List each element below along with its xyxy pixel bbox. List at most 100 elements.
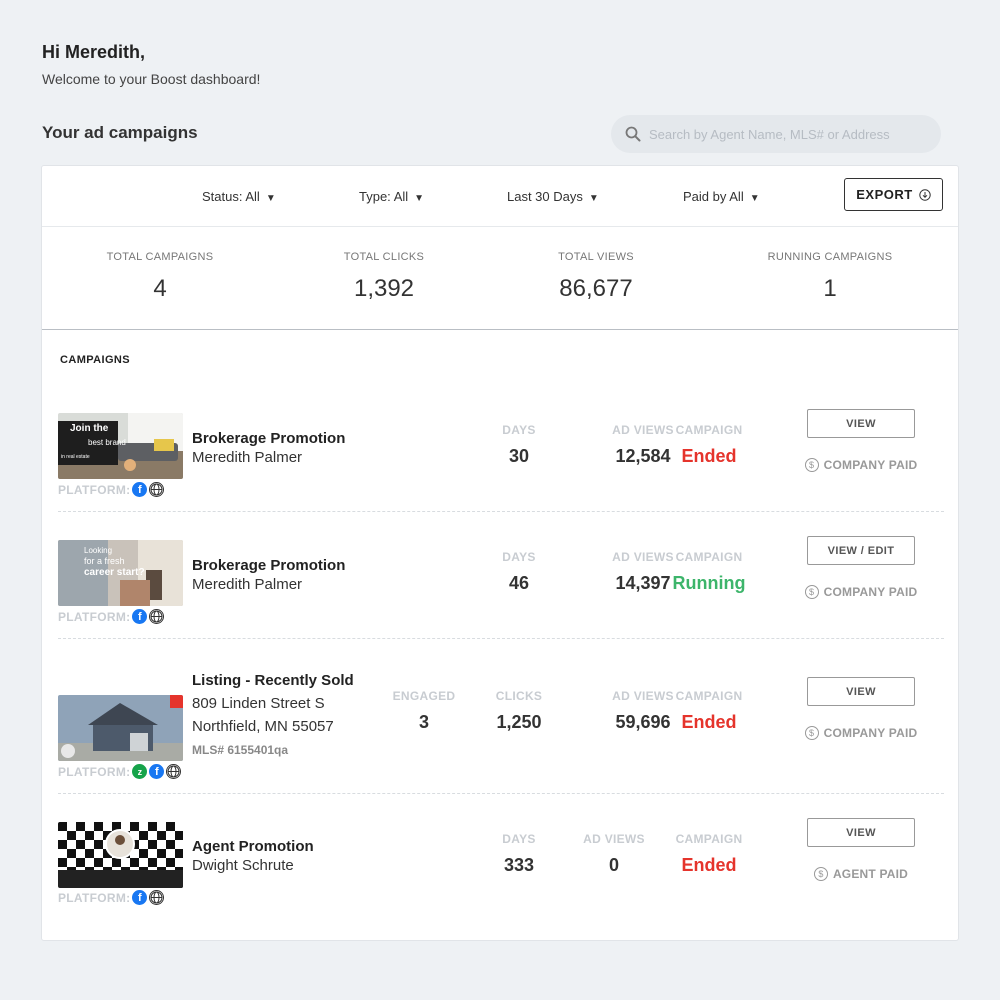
stat-value: 1	[823, 275, 837, 302]
metric-value: 30	[508, 446, 530, 466]
metric-label: ENGAGED	[392, 689, 456, 703]
stat-label: RUNNING CAMPAIGNS	[767, 251, 893, 263]
metric-label: CAMPAIGN	[675, 832, 743, 846]
metric-label: DAYS	[502, 423, 536, 437]
metric-value: 3	[418, 712, 429, 732]
filter-bar: Status: All ▼ Type: All ▼ Last 30 Days ▼ Pa…	[42, 166, 958, 227]
paid-by-label: AGENT PAID	[832, 867, 909, 881]
date-filter[interactable]: Last 30 Days ▼	[507, 189, 599, 204]
row-divider	[58, 511, 944, 512]
metric-campaign-status: CAMPAIGN Ended	[664, 689, 754, 733]
metric-campaign-status: CAMPAIGN Ended	[664, 832, 754, 876]
date-filter-label: Last 30 Days	[507, 189, 583, 204]
search-bar[interactable]	[611, 115, 941, 153]
view-button[interactable]: VIEW	[807, 818, 915, 847]
dollar-coin-icon: $	[804, 458, 819, 472]
platform-label: PLATFORM:	[58, 482, 131, 497]
stat-running-campaigns: RUNNING CAMPAIGNS 1	[730, 251, 930, 303]
platform-list: PLATFORM: f	[58, 890, 165, 905]
view-button[interactable]: VIEW	[807, 409, 915, 438]
view-button[interactable]: VIEW	[807, 677, 915, 706]
globe-icon	[149, 609, 165, 624]
globe-icon	[149, 482, 165, 497]
metric-label: CAMPAIGN	[675, 689, 743, 703]
paid-by-filter[interactable]: Paid by All ▼	[683, 189, 760, 204]
status-ended: Ended	[681, 446, 737, 466]
status-filter-label: Status: All	[202, 189, 260, 204]
campaign-agent: Meredith Palmer	[192, 576, 303, 593]
row-divider	[58, 793, 944, 794]
stat-label: TOTAL CLICKS	[343, 251, 425, 263]
thumbnail-text: Join the	[70, 423, 109, 434]
campaign-agent: Dwight Schrute	[192, 857, 294, 874]
dollar-coin-icon: $	[813, 867, 828, 881]
section-title: Your ad campaigns	[42, 123, 198, 142]
campaign-thumbnail[interactable]: Looking for a fresh career start?	[58, 540, 183, 606]
platform-list: PLATFORM: f	[58, 609, 165, 624]
paid-by-badge: $ COMPANY PAID	[788, 726, 934, 740]
campaigns-card: Status: All ▼ Type: All ▼ Last 30 Days ▼ Pa…	[41, 165, 959, 941]
campaign-thumbnail[interactable]	[58, 695, 183, 761]
metric-campaign-status: CAMPAIGN Ended	[664, 423, 754, 467]
campaign-title: Brokerage Promotion	[192, 430, 346, 447]
stat-total-views: TOTAL VIEWS 86,677	[496, 251, 696, 303]
metric-engaged: ENGAGED 3	[379, 689, 469, 733]
stat-label: TOTAL CAMPAIGNS	[106, 251, 214, 263]
greeting-title: Hi Meredith,	[42, 42, 146, 62]
listing-address-line2: Northfield, MN 55057	[192, 718, 334, 735]
status-ended: Ended	[681, 712, 737, 732]
campaign-thumbnail[interactable]	[58, 822, 183, 888]
stat-total-clicks: TOTAL CLICKS 1,392	[284, 251, 484, 303]
metric-value: 1,250	[496, 712, 542, 732]
stats-bar: TOTAL CAMPAIGNS 4 TOTAL CLICKS 1,392 TOT…	[42, 227, 958, 330]
paid-by-badge: $ COMPANY PAID	[788, 585, 934, 599]
stat-value: 4	[153, 275, 167, 302]
status-running: Running	[672, 573, 746, 593]
view-edit-button[interactable]: VIEW / EDIT	[807, 536, 915, 565]
platform-label: PLATFORM:	[58, 609, 131, 624]
metric-ad-views: AD VIEWS 0	[569, 832, 659, 876]
thumbnail-text: for a fresh	[84, 556, 125, 566]
metric-clicks: CLICKS 1,250	[474, 689, 564, 733]
type-filter-label: Type: All	[359, 189, 409, 204]
status-ended: Ended	[681, 855, 737, 875]
export-button[interactable]: EXPORT	[844, 178, 943, 211]
status-filter[interactable]: Status: All ▼	[202, 189, 276, 204]
globe-icon	[166, 764, 182, 779]
thumbnail-text: best brand	[88, 438, 126, 447]
thumbnail-text: career start?	[84, 567, 145, 578]
listing-mls-number: MLS# 6155401qa	[192, 743, 289, 757]
campaign-title: Agent Promotion	[192, 838, 314, 855]
facebook-icon: f	[149, 764, 165, 779]
globe-icon	[149, 890, 165, 905]
dollar-coin-icon: $	[804, 585, 819, 599]
search-icon	[625, 126, 641, 142]
metric-days: DAYS 333	[474, 832, 564, 876]
search-input[interactable]	[649, 126, 929, 142]
zillow-icon: z	[132, 764, 148, 779]
campaign-thumbnail[interactable]: Join the best brand in real estate	[58, 413, 183, 479]
caret-down-icon: ▼	[265, 193, 276, 204]
export-label: EXPORT	[856, 187, 913, 202]
metric-label: AD VIEWS	[583, 832, 645, 846]
facebook-icon: f	[132, 609, 148, 624]
campaign-title: Brokerage Promotion	[192, 557, 346, 574]
campaigns-heading: CAMPAIGNS	[60, 354, 131, 366]
metric-label: DAYS	[502, 550, 536, 564]
type-filter[interactable]: Type: All ▼	[359, 189, 424, 204]
metric-campaign-status: CAMPAIGN Running	[664, 550, 754, 594]
caret-down-icon: ▼	[749, 193, 760, 204]
metric-value: 46	[508, 573, 530, 593]
thumbnail-text: in real estate	[61, 454, 90, 460]
stat-label: TOTAL VIEWS	[558, 251, 634, 263]
metric-days: DAYS 46	[474, 550, 564, 594]
metric-label: CAMPAIGN	[675, 550, 743, 564]
facebook-icon: f	[132, 890, 148, 905]
stat-total-campaigns: TOTAL CAMPAIGNS 4	[60, 251, 260, 303]
listing-address-line1: 809 Linden Street S	[192, 695, 325, 712]
campaign-title: Listing - Recently Sold	[192, 672, 354, 689]
dollar-coin-icon: $	[804, 726, 819, 740]
paid-by-label: COMPANY PAID	[823, 585, 918, 599]
paid-by-filter-label: Paid by All	[683, 189, 744, 204]
platform-list: PLATFORM: z f	[58, 764, 182, 779]
